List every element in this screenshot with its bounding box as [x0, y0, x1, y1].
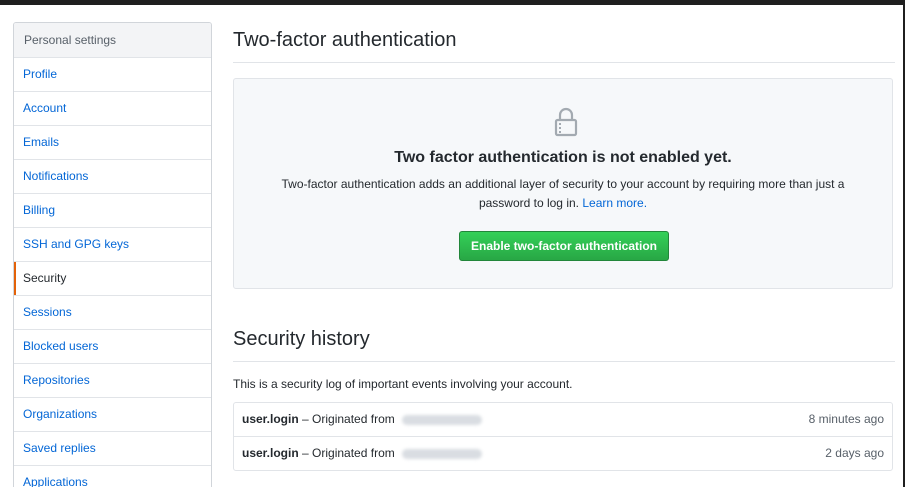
- two-factor-heading: Two factor authentication is not enabled…: [394, 149, 732, 166]
- redacted-ip: [402, 414, 483, 425]
- sidebar-item-blocked-users[interactable]: Blocked users: [14, 330, 211, 364]
- two-factor-description: Two-factor authentication adds an additi…: [262, 175, 864, 213]
- log-time: 8 minutes ago: [808, 412, 884, 426]
- window-top-bar: [0, 0, 905, 5]
- sidebar-item-billing[interactable]: Billing: [14, 194, 211, 228]
- sidebar-item-applications[interactable]: Applications: [14, 466, 211, 487]
- log-origin-label: – Originated from: [302, 446, 395, 460]
- log-event: user.login: [242, 412, 299, 426]
- sidebar-item-repositories[interactable]: Repositories: [14, 364, 211, 398]
- sidebar-item-emails[interactable]: Emails: [14, 126, 211, 160]
- sidebar-item-saved-replies[interactable]: Saved replies: [14, 432, 211, 466]
- sidebar-header: Personal settings: [14, 23, 211, 58]
- log-entry[interactable]: user.login – Originated from 2 days ago: [234, 437, 892, 470]
- sidebar-item-account[interactable]: Account: [14, 92, 211, 126]
- sidebar-item-organizations[interactable]: Organizations: [14, 398, 211, 432]
- security-log-list: user.login – Originated from 8 minutes a…: [233, 402, 893, 471]
- redacted-ip: [402, 448, 483, 459]
- two-factor-blankslate: Two factor authentication is not enabled…: [233, 78, 893, 289]
- lock-icon: [554, 107, 578, 137]
- sidebar-item-sessions[interactable]: Sessions: [14, 296, 211, 330]
- two-factor-description-text: Two-factor authentication adds an additi…: [281, 177, 845, 210]
- sidebar-item-security[interactable]: Security: [14, 262, 211, 296]
- log-origin-label: – Originated from: [302, 412, 395, 426]
- sidebar-item-ssh-gpg-keys[interactable]: SSH and GPG keys: [14, 228, 211, 262]
- log-event: user.login: [242, 446, 299, 460]
- security-history-title: Security history: [233, 321, 895, 362]
- settings-sidebar: Personal settings Profile Account Emails…: [13, 22, 212, 487]
- enable-two-factor-button[interactable]: Enable two-factor authentication: [459, 231, 669, 261]
- two-factor-title: Two-factor authentication: [233, 22, 895, 63]
- security-history-description: This is a security log of important even…: [233, 377, 573, 391]
- log-entry[interactable]: user.login – Originated from 8 minutes a…: [234, 403, 892, 437]
- log-time: 2 days ago: [825, 446, 884, 460]
- main-content: Two-factor authentication Two factor aut…: [233, 22, 895, 471]
- sidebar-item-profile[interactable]: Profile: [14, 58, 211, 92]
- sidebar-item-notifications[interactable]: Notifications: [14, 160, 211, 194]
- learn-more-link[interactable]: Learn more.: [582, 196, 647, 210]
